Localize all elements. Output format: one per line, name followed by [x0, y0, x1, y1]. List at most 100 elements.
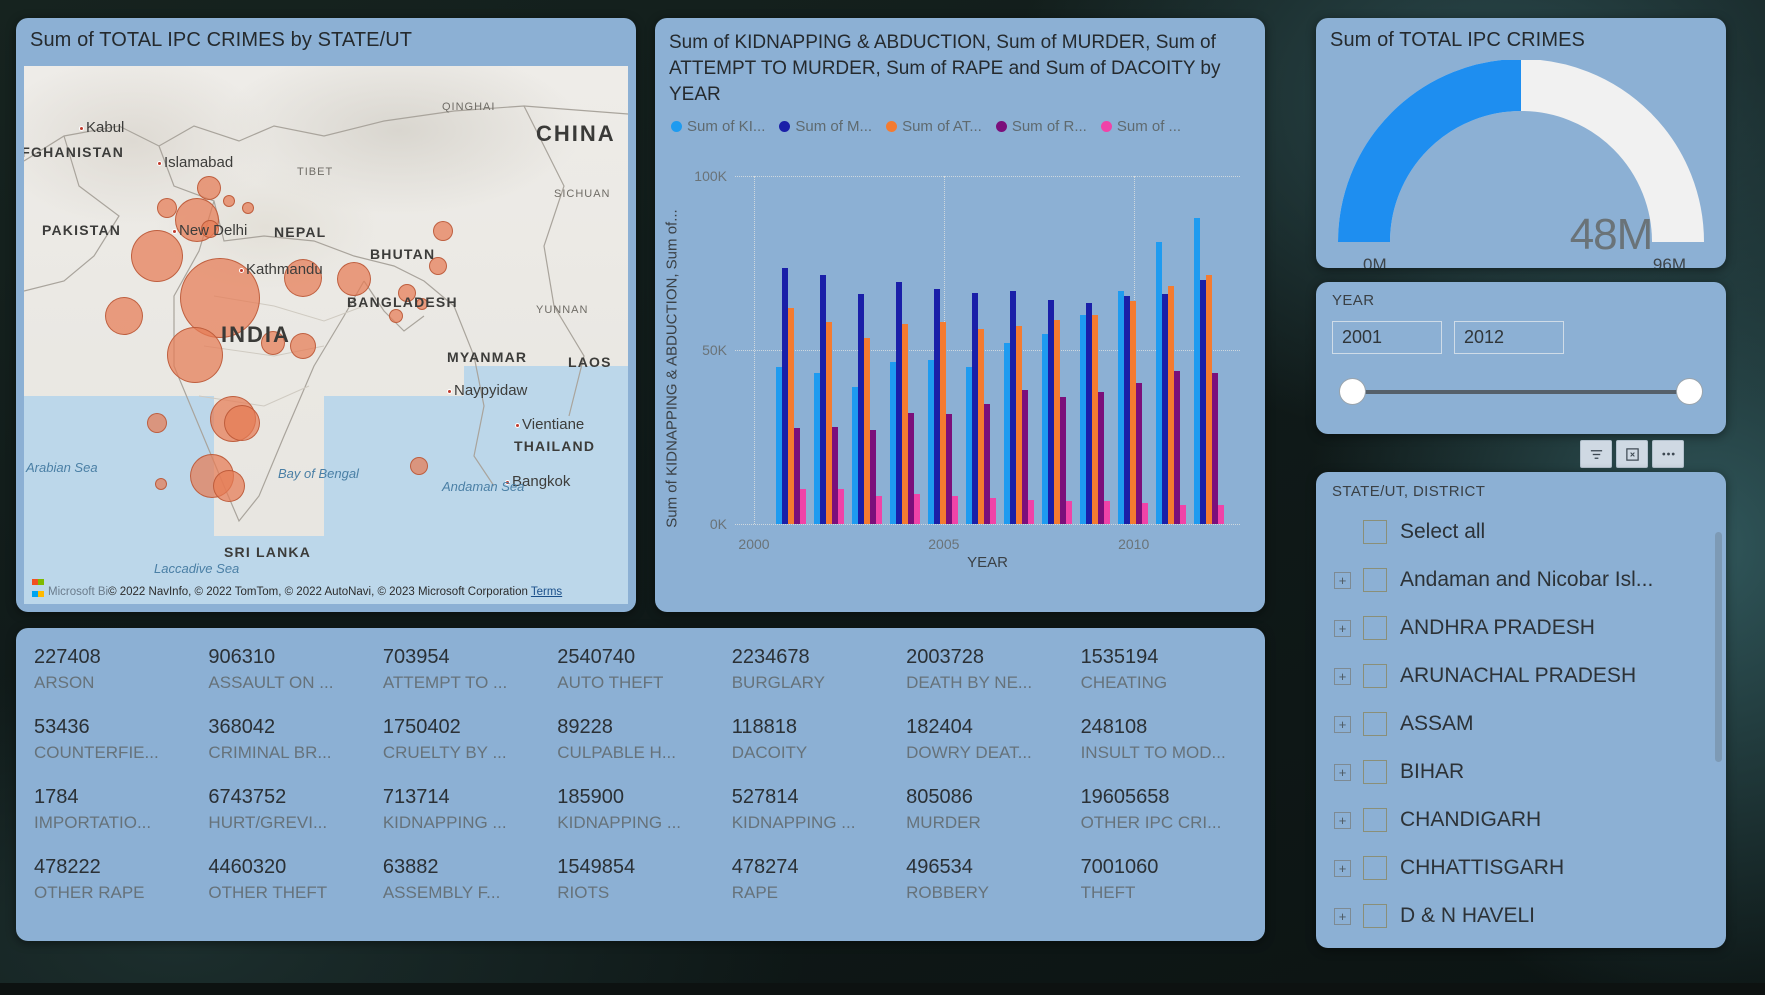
- year-start-input[interactable]: [1332, 321, 1442, 354]
- state-slicer-visual[interactable]: STATE/UT, DISTRICT Select all + Andaman an…: [1316, 472, 1726, 948]
- bar[interactable]: [1217, 504, 1224, 524]
- map-bubble[interactable]: [290, 333, 316, 359]
- map-terms-link[interactable]: Terms: [531, 586, 562, 598]
- map-bubble[interactable]: [261, 331, 285, 355]
- card-cell[interactable]: 703954 ATTEMPT TO ...: [383, 644, 557, 714]
- bar-chart-visual[interactable]: Sum of KIDNAPPING & ABDUCTION, Sum of MU…: [655, 18, 1265, 612]
- map-bubble[interactable]: [284, 259, 322, 297]
- bar[interactable]: [989, 497, 996, 524]
- expand-icon[interactable]: +: [1334, 667, 1351, 685]
- more-options-icon[interactable]: [1652, 440, 1684, 468]
- bar-group[interactable]: [965, 176, 996, 524]
- map-bubble[interactable]: [131, 230, 183, 282]
- state-checkbox[interactable]: [1363, 616, 1387, 640]
- bar[interactable]: [1173, 370, 1180, 524]
- map-bubble[interactable]: [398, 284, 416, 302]
- map-bubble[interactable]: [242, 202, 254, 214]
- card-cell[interactable]: 478274 RAPE: [732, 854, 906, 924]
- card-cell[interactable]: 478222 OTHER RAPE: [34, 854, 208, 924]
- map-bubble[interactable]: [167, 327, 223, 383]
- state-slicer-row[interactable]: + BIHAR: [1316, 748, 1726, 796]
- bar-group[interactable]: [1117, 176, 1148, 524]
- state-slicer-row[interactable]: + ANDHRA PRADESH: [1316, 604, 1726, 652]
- year-slider-handle-left[interactable]: [1339, 378, 1366, 405]
- card-cell[interactable]: 1535194 CHEATING: [1081, 644, 1255, 714]
- bar-group[interactable]: [927, 176, 958, 524]
- bar-group[interactable]: [775, 176, 806, 524]
- legend-item[interactable]: Sum of KI...: [671, 118, 765, 135]
- map-bubble[interactable]: [180, 258, 260, 338]
- state-slicer-row[interactable]: + Andaman and Nicobar Isl...: [1316, 556, 1726, 604]
- card-cell[interactable]: 89228 CULPABLE H...: [557, 714, 731, 784]
- bar[interactable]: [1027, 499, 1034, 524]
- visual-toolbar[interactable]: [1580, 440, 1726, 470]
- map-bubble[interactable]: [223, 195, 235, 207]
- expand-icon[interactable]: +: [1334, 763, 1351, 781]
- map-bubble[interactable]: [429, 257, 447, 275]
- state-checkbox[interactable]: [1363, 664, 1387, 688]
- card-cell[interactable]: 227408 ARSON: [34, 644, 208, 714]
- chart-legend[interactable]: Sum of KI... Sum of M... Sum of AT... Sum o…: [655, 108, 1265, 135]
- card-cell[interactable]: 6743752 HURT/GREVI...: [208, 784, 382, 854]
- card-cell[interactable]: 713714 KIDNAPPING ...: [383, 784, 557, 854]
- map-bubble[interactable]: [224, 405, 260, 441]
- map-bubble[interactable]: [201, 220, 219, 238]
- bar[interactable]: [951, 496, 958, 524]
- legend-item[interactable]: Sum of R...: [995, 118, 1087, 135]
- card-cell[interactable]: 2003728 DEATH BY NE...: [906, 644, 1080, 714]
- card-cell[interactable]: 182404 DOWRY DEAT...: [906, 714, 1080, 784]
- focus-mode-icon[interactable]: [1616, 440, 1648, 468]
- card-cell[interactable]: 368042 CRIMINAL BR...: [208, 714, 382, 784]
- map-visual[interactable]: Sum of TOTAL IPC CRIMES by STATE/UT Kabu…: [16, 18, 636, 612]
- state-checkbox[interactable]: [1363, 808, 1387, 832]
- year-slicer-visual[interactable]: YEAR: [1316, 282, 1726, 434]
- card-cell[interactable]: 4460320 OTHER THEFT: [208, 854, 382, 924]
- bar-group[interactable]: [889, 176, 920, 524]
- card-cell[interactable]: 527814 KIDNAPPING ...: [732, 784, 906, 854]
- card-cell[interactable]: 118818 DACOITY: [732, 714, 906, 784]
- bar[interactable]: [1141, 503, 1148, 524]
- state-checkbox[interactable]: [1363, 760, 1387, 784]
- gauge-visual[interactable]: Sum of TOTAL IPC CRIMES 48M 0M 96M: [1316, 18, 1726, 268]
- map-bubble[interactable]: [410, 457, 428, 475]
- map-bubble[interactable]: [213, 470, 245, 502]
- filter-icon[interactable]: [1580, 440, 1612, 468]
- card-cell[interactable]: 19605658 OTHER IPC CRI...: [1081, 784, 1255, 854]
- year-slider-handle-right[interactable]: [1676, 378, 1703, 405]
- state-slicer-row[interactable]: Select all: [1316, 508, 1726, 556]
- plot-canvas[interactable]: 0K 50K 100K 2000 2005 2010: [694, 168, 1240, 552]
- bar[interactable]: [837, 489, 844, 524]
- legend-item[interactable]: Sum of AT...: [886, 118, 982, 135]
- state-checkbox[interactable]: [1363, 856, 1387, 880]
- state-checkbox[interactable]: [1363, 712, 1387, 736]
- bar-group[interactable]: [851, 176, 882, 524]
- map-bubble[interactable]: [155, 478, 167, 490]
- bar[interactable]: [875, 496, 882, 524]
- expand-icon[interactable]: +: [1334, 715, 1351, 733]
- map-bubble[interactable]: [197, 176, 221, 200]
- bar-group[interactable]: [813, 176, 844, 524]
- card-cell[interactable]: 805086 MURDER: [906, 784, 1080, 854]
- multi-row-card-visual[interactable]: 227408 ARSON 906310 ASSAULT ON ... 703954 ATT…: [16, 628, 1265, 941]
- state-checkbox[interactable]: [1363, 904, 1387, 928]
- card-cell[interactable]: 53436 COUNTERFIE...: [34, 714, 208, 784]
- card-cell[interactable]: 1549854 RIOTS: [557, 854, 731, 924]
- expand-icon[interactable]: +: [1334, 859, 1351, 877]
- state-checkbox[interactable]: [1363, 568, 1387, 592]
- bar-plot-area[interactable]: Sum of KIDNAPPING & ABDUCTION, Sum of...…: [655, 168, 1265, 612]
- card-cell[interactable]: 7001060 THEFT: [1081, 854, 1255, 924]
- bar[interactable]: [1211, 372, 1218, 524]
- map-bubble[interactable]: [105, 297, 143, 335]
- state-slicer-row[interactable]: + D & N HAVELI: [1316, 892, 1726, 940]
- bar[interactable]: [1065, 501, 1072, 524]
- expand-icon[interactable]: +: [1334, 907, 1351, 925]
- bar[interactable]: [913, 494, 920, 524]
- bar-group[interactable]: [1193, 176, 1224, 524]
- card-cell[interactable]: 63882 ASSEMBLY F...: [383, 854, 557, 924]
- year-range-inputs[interactable]: [1316, 309, 1726, 354]
- card-cell[interactable]: 248108 INSULT TO MOD...: [1081, 714, 1255, 784]
- year-slider-track[interactable]: [1339, 378, 1703, 405]
- map-bubble[interactable]: [416, 298, 428, 310]
- card-cell[interactable]: 1750402 CRUELTY BY ...: [383, 714, 557, 784]
- bar-group[interactable]: [1079, 176, 1110, 524]
